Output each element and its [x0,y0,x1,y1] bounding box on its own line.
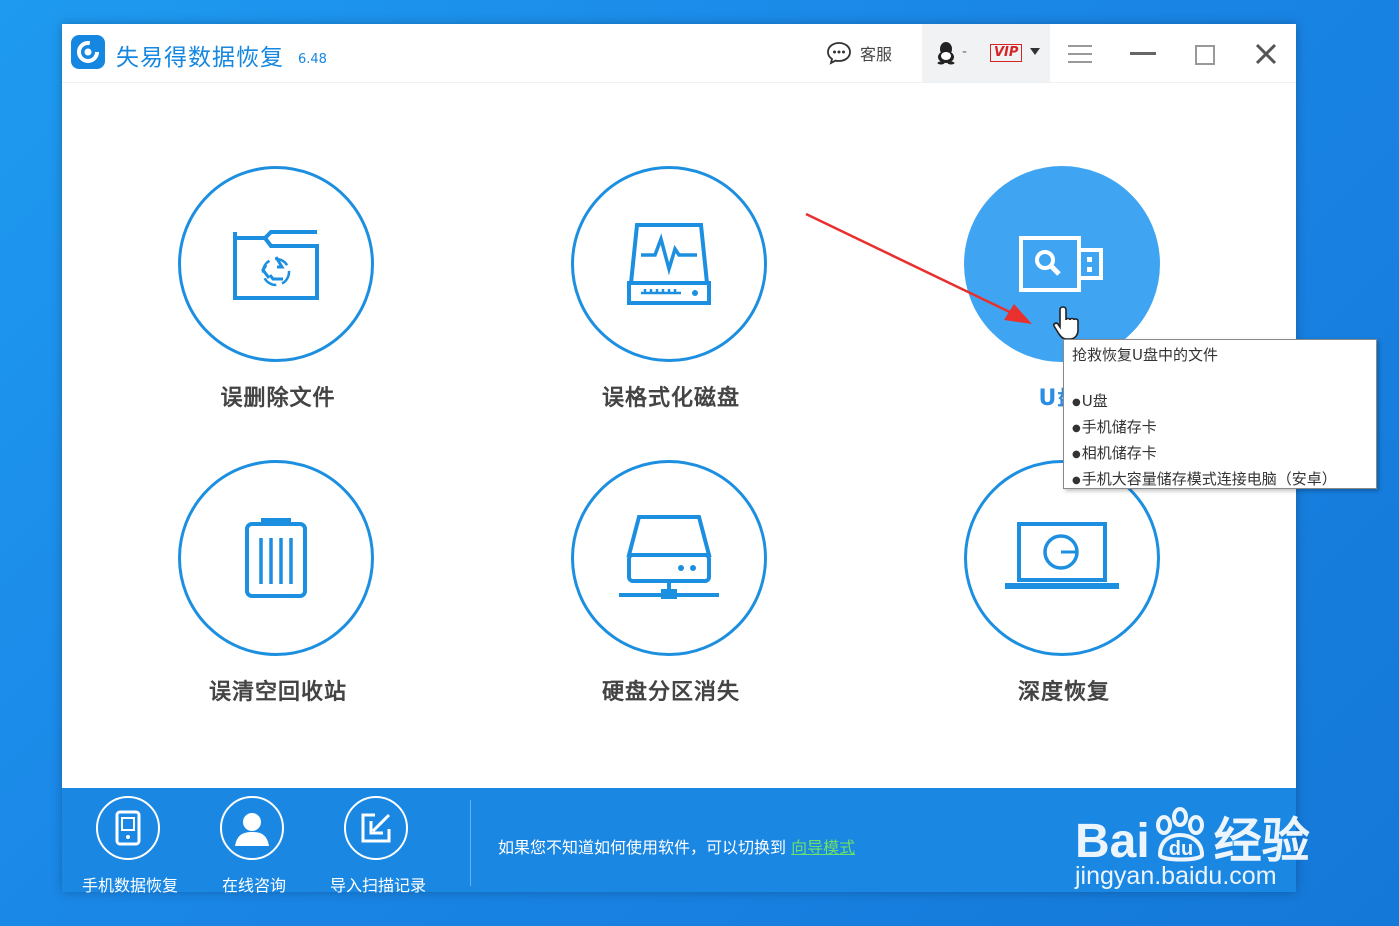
tooltip-item: U盘 [1072,389,1368,415]
svg-text:du: du [1168,838,1192,860]
watermark-brand: Bai du 经验 [1075,801,1310,871]
tooltip: 抢救恢复U盘中的文件 U盘 手机储存卡 相机储存卡 手机大容量储存模式连接电脑（… [1063,339,1377,489]
tooltip-title: 抢救恢复U盘中的文件 [1072,346,1218,364]
tooltip-item: 手机大容量储存模式连接电脑（安卓） [1072,467,1368,493]
hand-cursor-icon [1053,306,1079,340]
tooltip-item: 手机储存卡 [1072,415,1368,441]
paw-icon: du [1155,807,1204,862]
watermark-url: jingyan.baidu.com [1075,862,1277,890]
watermark-jingyan: 经验 [1213,815,1310,868]
watermark-bai: Bai [1075,815,1150,868]
baidu-watermark: Bai du 经验 jingyan.baidu.com [1075,776,1355,896]
tooltip-item: 相机储存卡 [1072,441,1368,467]
